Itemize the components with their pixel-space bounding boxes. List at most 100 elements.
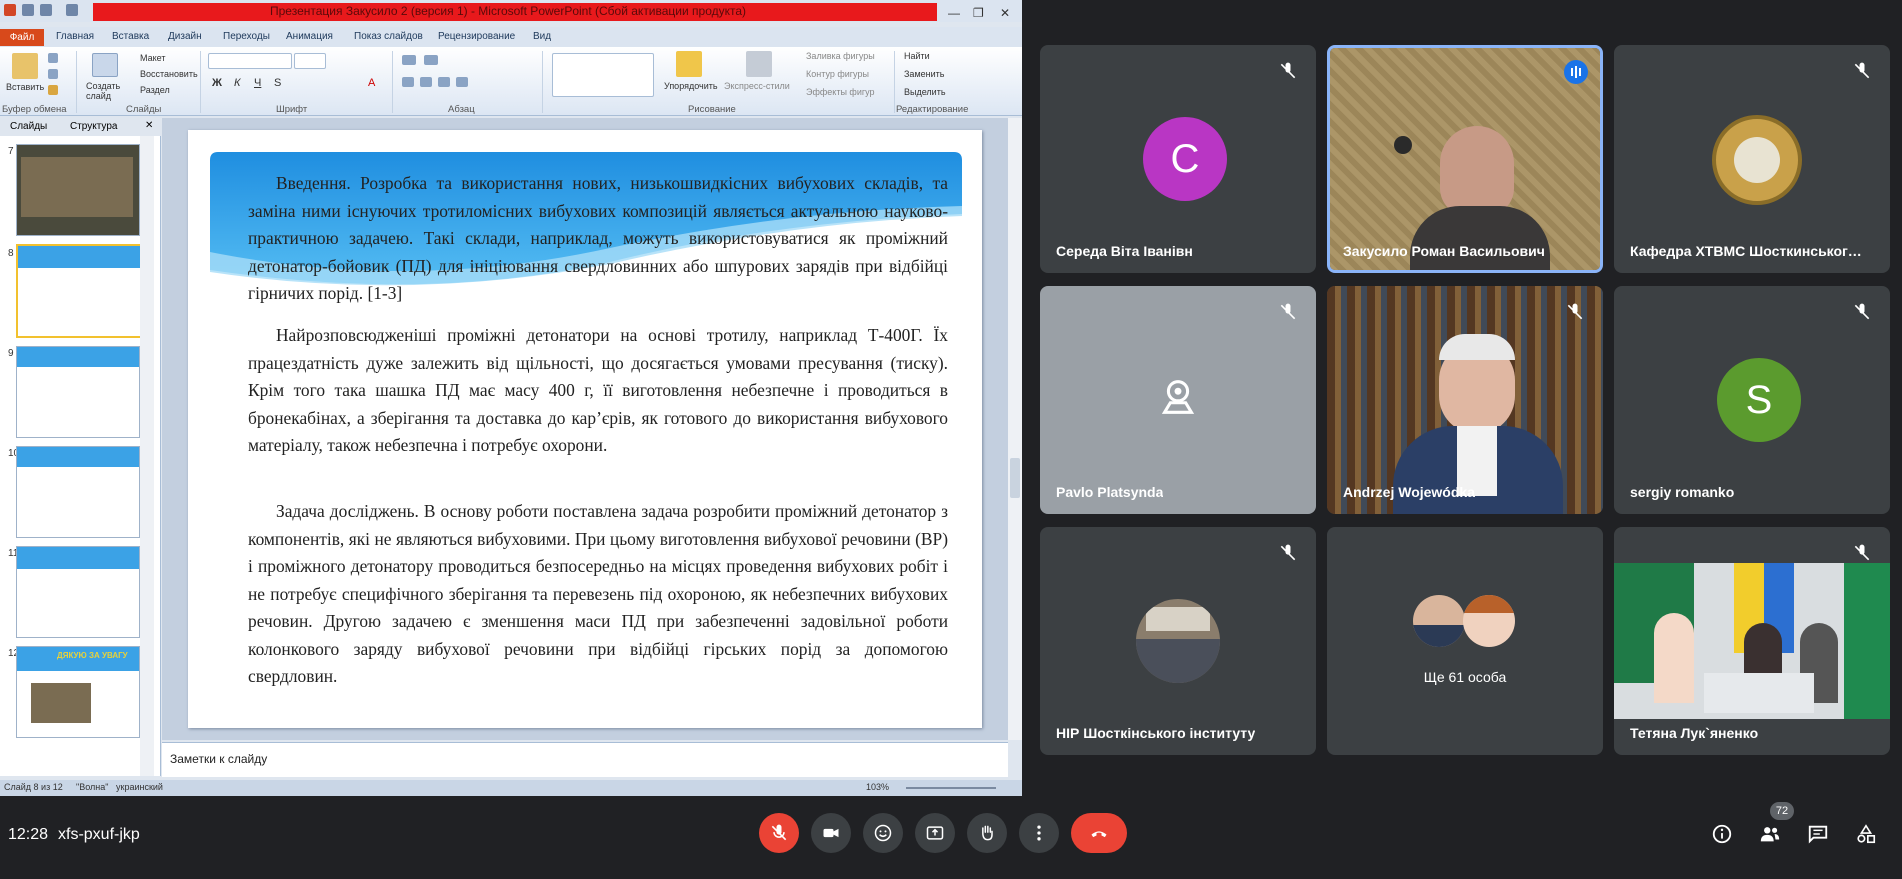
participant-tile[interactable]: Тетяна Лук`яненко	[1614, 527, 1890, 755]
align-center-icon[interactable]	[420, 77, 432, 87]
participant-name: Pavlo Platsynda	[1056, 484, 1164, 500]
thumb-number: 7	[8, 146, 14, 157]
present-button[interactable]	[915, 813, 955, 853]
separator	[76, 51, 77, 113]
avatar-photo	[1463, 595, 1515, 647]
font-color-icon[interactable]: A	[368, 77, 375, 89]
arrange-icon[interactable]	[676, 51, 702, 77]
shadow-icon[interactable]: S	[274, 77, 281, 89]
separator	[894, 51, 895, 113]
participant-tile[interactable]: S sergiy romanko	[1614, 286, 1890, 514]
bullets-icon[interactable]	[402, 55, 416, 65]
arrange-button[interactable]: Упорядочить	[664, 81, 718, 91]
clock: 12:28	[8, 826, 49, 843]
others-tile[interactable]: Ще 61 особа	[1327, 527, 1603, 755]
minimize-icon[interactable]: —	[948, 6, 960, 20]
quick-styles-icon[interactable]	[746, 51, 772, 77]
participant-tile-speaking[interactable]: Закусило Роман Васильович	[1327, 45, 1603, 273]
close-icon[interactable]: ✕	[1000, 6, 1010, 20]
bold-icon[interactable]: Ж	[212, 77, 222, 89]
slide-thumb-12[interactable]: ДЯКУЮ ЗА УВАГУ	[16, 646, 140, 738]
numbering-icon[interactable]	[424, 55, 438, 65]
format-painter-icon[interactable]	[48, 85, 58, 95]
cut-icon[interactable]	[48, 53, 58, 63]
more-options-button[interactable]	[1019, 813, 1059, 853]
select-button[interactable]: Выделить	[904, 87, 946, 97]
shape-outline-button[interactable]: Контур фигуры	[806, 69, 869, 79]
redo-icon[interactable]	[66, 4, 78, 16]
undo-icon[interactable]	[40, 4, 52, 16]
reset-button[interactable]: Восстановить	[140, 69, 198, 79]
slide: Введення. Розробка та використання нових…	[188, 130, 982, 728]
slide-thumb-10[interactable]	[16, 446, 140, 538]
scrollbar-thumb[interactable]	[1010, 458, 1020, 498]
participant-tile[interactable]: Кафедра ХТВМС Шосткинського і...	[1614, 45, 1890, 273]
justify-icon[interactable]	[456, 77, 468, 87]
zoom-level: 103%	[866, 782, 890, 792]
avatar: C	[1143, 117, 1227, 201]
participant-tile[interactable]: НІР Шосткінського інституту	[1040, 527, 1316, 755]
powerpoint-window: Презентация Закусило 2 (версия 1) - Micr…	[0, 0, 1022, 796]
thumbnails-scrollbar[interactable]	[140, 136, 154, 776]
tab-review[interactable]: Рецензирование	[438, 31, 515, 42]
new-slide-button[interactable]: Создать слайд	[86, 81, 126, 101]
tab-slideshow[interactable]: Показ слайдов	[354, 31, 423, 42]
align-right-icon[interactable]	[438, 77, 450, 87]
thumb-number: 8	[8, 248, 14, 259]
people-icon[interactable]	[1759, 823, 1781, 845]
raise-hand-button[interactable]	[967, 813, 1007, 853]
tab-insert[interactable]: Вставка	[112, 31, 149, 42]
paste-icon[interactable]	[12, 53, 38, 79]
info-icon[interactable]	[1711, 823, 1733, 845]
tab-view[interactable]: Вид	[533, 31, 551, 42]
participant-name: sergiy romanko	[1630, 484, 1735, 500]
underline-icon[interactable]: Ч	[254, 77, 261, 89]
participant-tile[interactable]: Pavlo Platsynda	[1040, 286, 1316, 514]
align-left-icon[interactable]	[402, 77, 414, 87]
shape-fill-button[interactable]: Заливка фигуры	[806, 51, 875, 61]
avatar-photo	[1413, 595, 1465, 647]
chat-icon[interactable]	[1807, 823, 1829, 845]
participant-tile[interactable]: C Середа Віта Іванівн	[1040, 45, 1316, 273]
new-slide-icon[interactable]	[92, 53, 118, 77]
slide-scrollbar[interactable]	[1008, 118, 1022, 740]
slide-paragraph-intro: Введення. Розробка та використання нових…	[248, 170, 948, 308]
italic-icon[interactable]: К	[234, 77, 240, 89]
shapes-gallery[interactable]	[552, 53, 654, 97]
quick-styles-button[interactable]: Экспресс-стили	[724, 81, 790, 91]
close-panel-icon[interactable]: ✕	[145, 120, 153, 131]
group-clipboard-label: Буфер обмена	[2, 104, 67, 115]
maximize-icon[interactable]: ❐	[973, 6, 984, 20]
tab-slides-panel[interactable]: Слайды	[10, 121, 47, 132]
save-icon[interactable]	[22, 4, 34, 16]
font-size-select[interactable]	[294, 53, 326, 69]
activities-icon[interactable]	[1855, 823, 1877, 845]
shape-effects-button[interactable]: Эффекты фигур	[806, 87, 875, 97]
section-button[interactable]: Раздел	[140, 85, 170, 95]
slide-thumb-11[interactable]	[16, 546, 140, 638]
font-name-select[interactable]	[208, 53, 292, 69]
participant-name: Кафедра ХТВМС Шосткинського і...	[1630, 243, 1870, 259]
find-button[interactable]: Найти	[904, 51, 930, 61]
slide-thumb-7[interactable]	[16, 144, 140, 236]
tab-animation[interactable]: Анимация	[286, 31, 333, 42]
paste-button[interactable]: Вставить	[6, 82, 44, 92]
mic-off-icon	[1854, 303, 1870, 320]
participant-tile[interactable]: Andrzej Wojewódka	[1327, 286, 1603, 514]
slide-thumb-9[interactable]	[16, 346, 140, 438]
copy-icon[interactable]	[48, 69, 58, 79]
notes-pane[interactable]: Заметки к слайду	[162, 742, 1008, 777]
mic-toggle-button[interactable]	[759, 813, 799, 853]
tab-home[interactable]: Главная	[56, 31, 94, 42]
layout-button[interactable]: Макет	[140, 53, 165, 63]
tab-transitions[interactable]: Переходы	[223, 31, 270, 42]
tab-outline-panel[interactable]: Структура	[70, 121, 117, 132]
slide-thumb-8-selected[interactable]	[16, 244, 142, 338]
tab-design[interactable]: Дизайн	[168, 31, 202, 42]
zoom-slider[interactable]	[906, 787, 996, 789]
leave-call-button[interactable]	[1071, 813, 1127, 853]
camera-toggle-button[interactable]	[811, 813, 851, 853]
replace-button[interactable]: Заменить	[904, 69, 944, 79]
reactions-button[interactable]	[863, 813, 903, 853]
file-tab[interactable]: Файл	[0, 29, 44, 46]
